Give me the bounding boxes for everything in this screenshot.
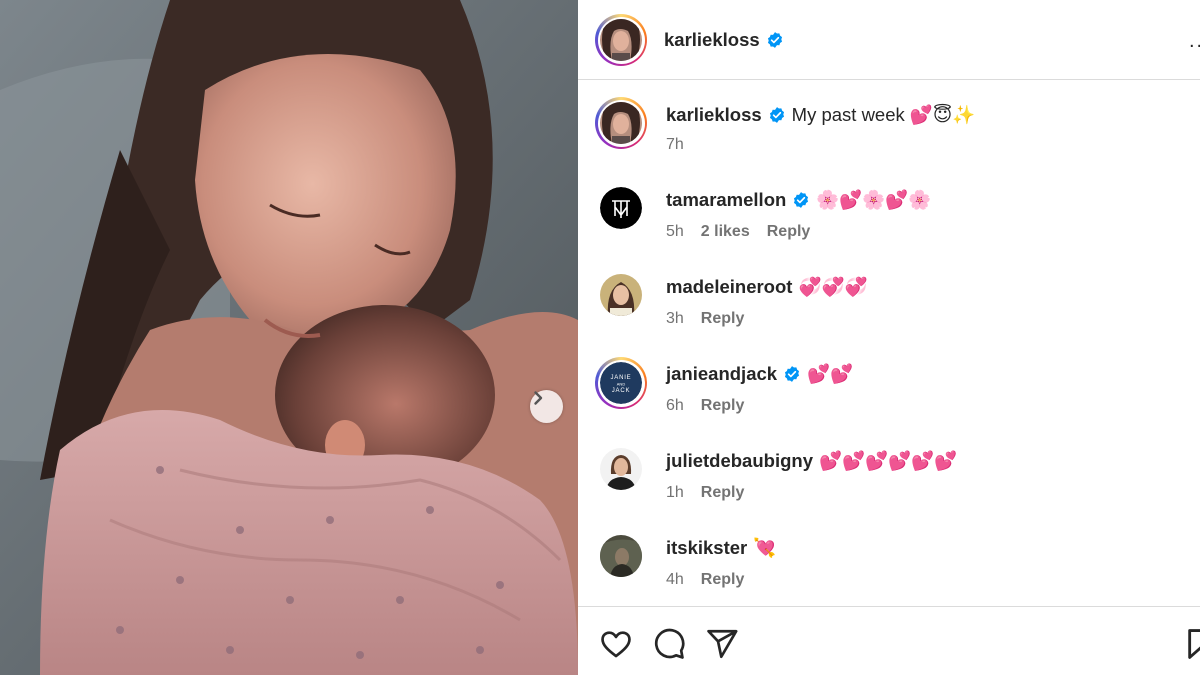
svg-text:JANIE: JANIE <box>610 375 631 381</box>
comment-row: tamaramellon 🌸💕🌸💕🌸 5h 2 likes Reply <box>578 181 1200 261</box>
commenter-avatar[interactable] <box>600 535 642 577</box>
comment-text: 💞💞💞 <box>798 276 868 297</box>
svg-text:JACK: JACK <box>612 388 631 394</box>
post-header: karliekloss ... <box>578 0 1200 80</box>
caption-avatar[interactable] <box>595 97 647 149</box>
verified-badge-icon <box>769 107 784 123</box>
share-icon <box>707 629 738 659</box>
verified-badge-icon <box>785 366 800 382</box>
commenter-avatar[interactable] <box>600 448 642 490</box>
avatar-image <box>600 102 642 144</box>
comment-row: itskikster 💘 4h Reply <box>578 529 1200 606</box>
comment-username[interactable]: itskikster <box>666 537 747 558</box>
like-button[interactable] <box>599 627 633 661</box>
reply-button[interactable]: Reply <box>701 310 745 327</box>
verified-badge-icon <box>794 192 809 208</box>
reply-button[interactable]: Reply <box>701 397 745 414</box>
comment-icon <box>654 628 685 659</box>
commenter-avatar[interactable] <box>600 274 642 316</box>
comment-username[interactable]: janieandjack <box>666 363 777 384</box>
comment-text: 💕💕💕💕💕💕 <box>818 450 958 471</box>
comment-time: 6h <box>666 397 684 414</box>
comment-text: 💘 <box>753 537 777 558</box>
caption-row: karliekloss My past week 💕😇✨ 7h <box>578 94 1200 174</box>
reply-button[interactable]: Reply <box>767 223 811 240</box>
reply-button[interactable]: Reply <box>701 571 745 588</box>
comment-time: 5h <box>666 223 684 240</box>
chevron-right-icon <box>534 391 543 405</box>
more-options-icon[interactable]: ... <box>1189 30 1200 53</box>
comment-row: julietdebaubigny 💕💕💕💕💕💕 1h Reply <box>578 442 1200 522</box>
carousel-next-button[interactable] <box>530 390 563 423</box>
commenter-avatar[interactable]: JANIE AND JACK <box>595 357 647 409</box>
comment-row: JANIE AND JACK janieandjack 💕💕 6h Reply <box>578 355 1200 435</box>
janie-and-jack-logo-icon: JANIE AND JACK <box>600 362 642 404</box>
caption-time: 7h <box>666 136 684 153</box>
avatar-image <box>600 274 642 316</box>
post-photo-image <box>0 0 578 675</box>
avatar-image <box>600 19 642 61</box>
avatar-image <box>600 448 642 490</box>
bookmark-icon <box>1188 629 1200 659</box>
share-button[interactable] <box>705 627 739 661</box>
avatar-image <box>600 535 642 577</box>
heart-icon <box>601 631 631 658</box>
comment-username[interactable]: julietdebaubigny <box>666 450 813 471</box>
comment-button[interactable] <box>652 627 686 661</box>
comment-username[interactable]: madeleineroot <box>666 276 792 297</box>
comment-time: 1h <box>666 484 684 501</box>
post-photo[interactable] <box>0 0 578 675</box>
commenter-avatar[interactable] <box>600 187 642 229</box>
tm-logo-icon <box>600 187 642 229</box>
comment-likes-link[interactable]: 2 likes <box>701 223 750 240</box>
author-username[interactable]: karliekloss <box>664 29 784 51</box>
comment-row: madeleineroot 💞💞💞 3h Reply <box>578 268 1200 348</box>
comment-time: 3h <box>666 310 684 327</box>
verified-badge-icon <box>767 32 782 48</box>
comment-username[interactable]: tamaramellon <box>666 189 786 210</box>
author-avatar[interactable] <box>595 14 647 66</box>
comment-time: 4h <box>666 571 684 588</box>
comment-text: 🌸💕🌸💕🌸 <box>816 189 932 210</box>
comment-text: 💕💕 <box>807 363 854 384</box>
post-details-panel: karliekloss ... karliekloss <box>578 0 1200 675</box>
svg-text:AND: AND <box>617 382 626 387</box>
caption-username[interactable]: karliekloss <box>666 104 762 125</box>
caption-text: My past week 💕😇✨ <box>791 104 976 125</box>
reply-button[interactable]: Reply <box>701 484 745 501</box>
save-button[interactable] <box>1184 627 1200 661</box>
action-bar <box>578 606 1200 675</box>
comments-list[interactable]: karliekloss My past week 💕😇✨ 7h tamarame… <box>578 80 1200 606</box>
